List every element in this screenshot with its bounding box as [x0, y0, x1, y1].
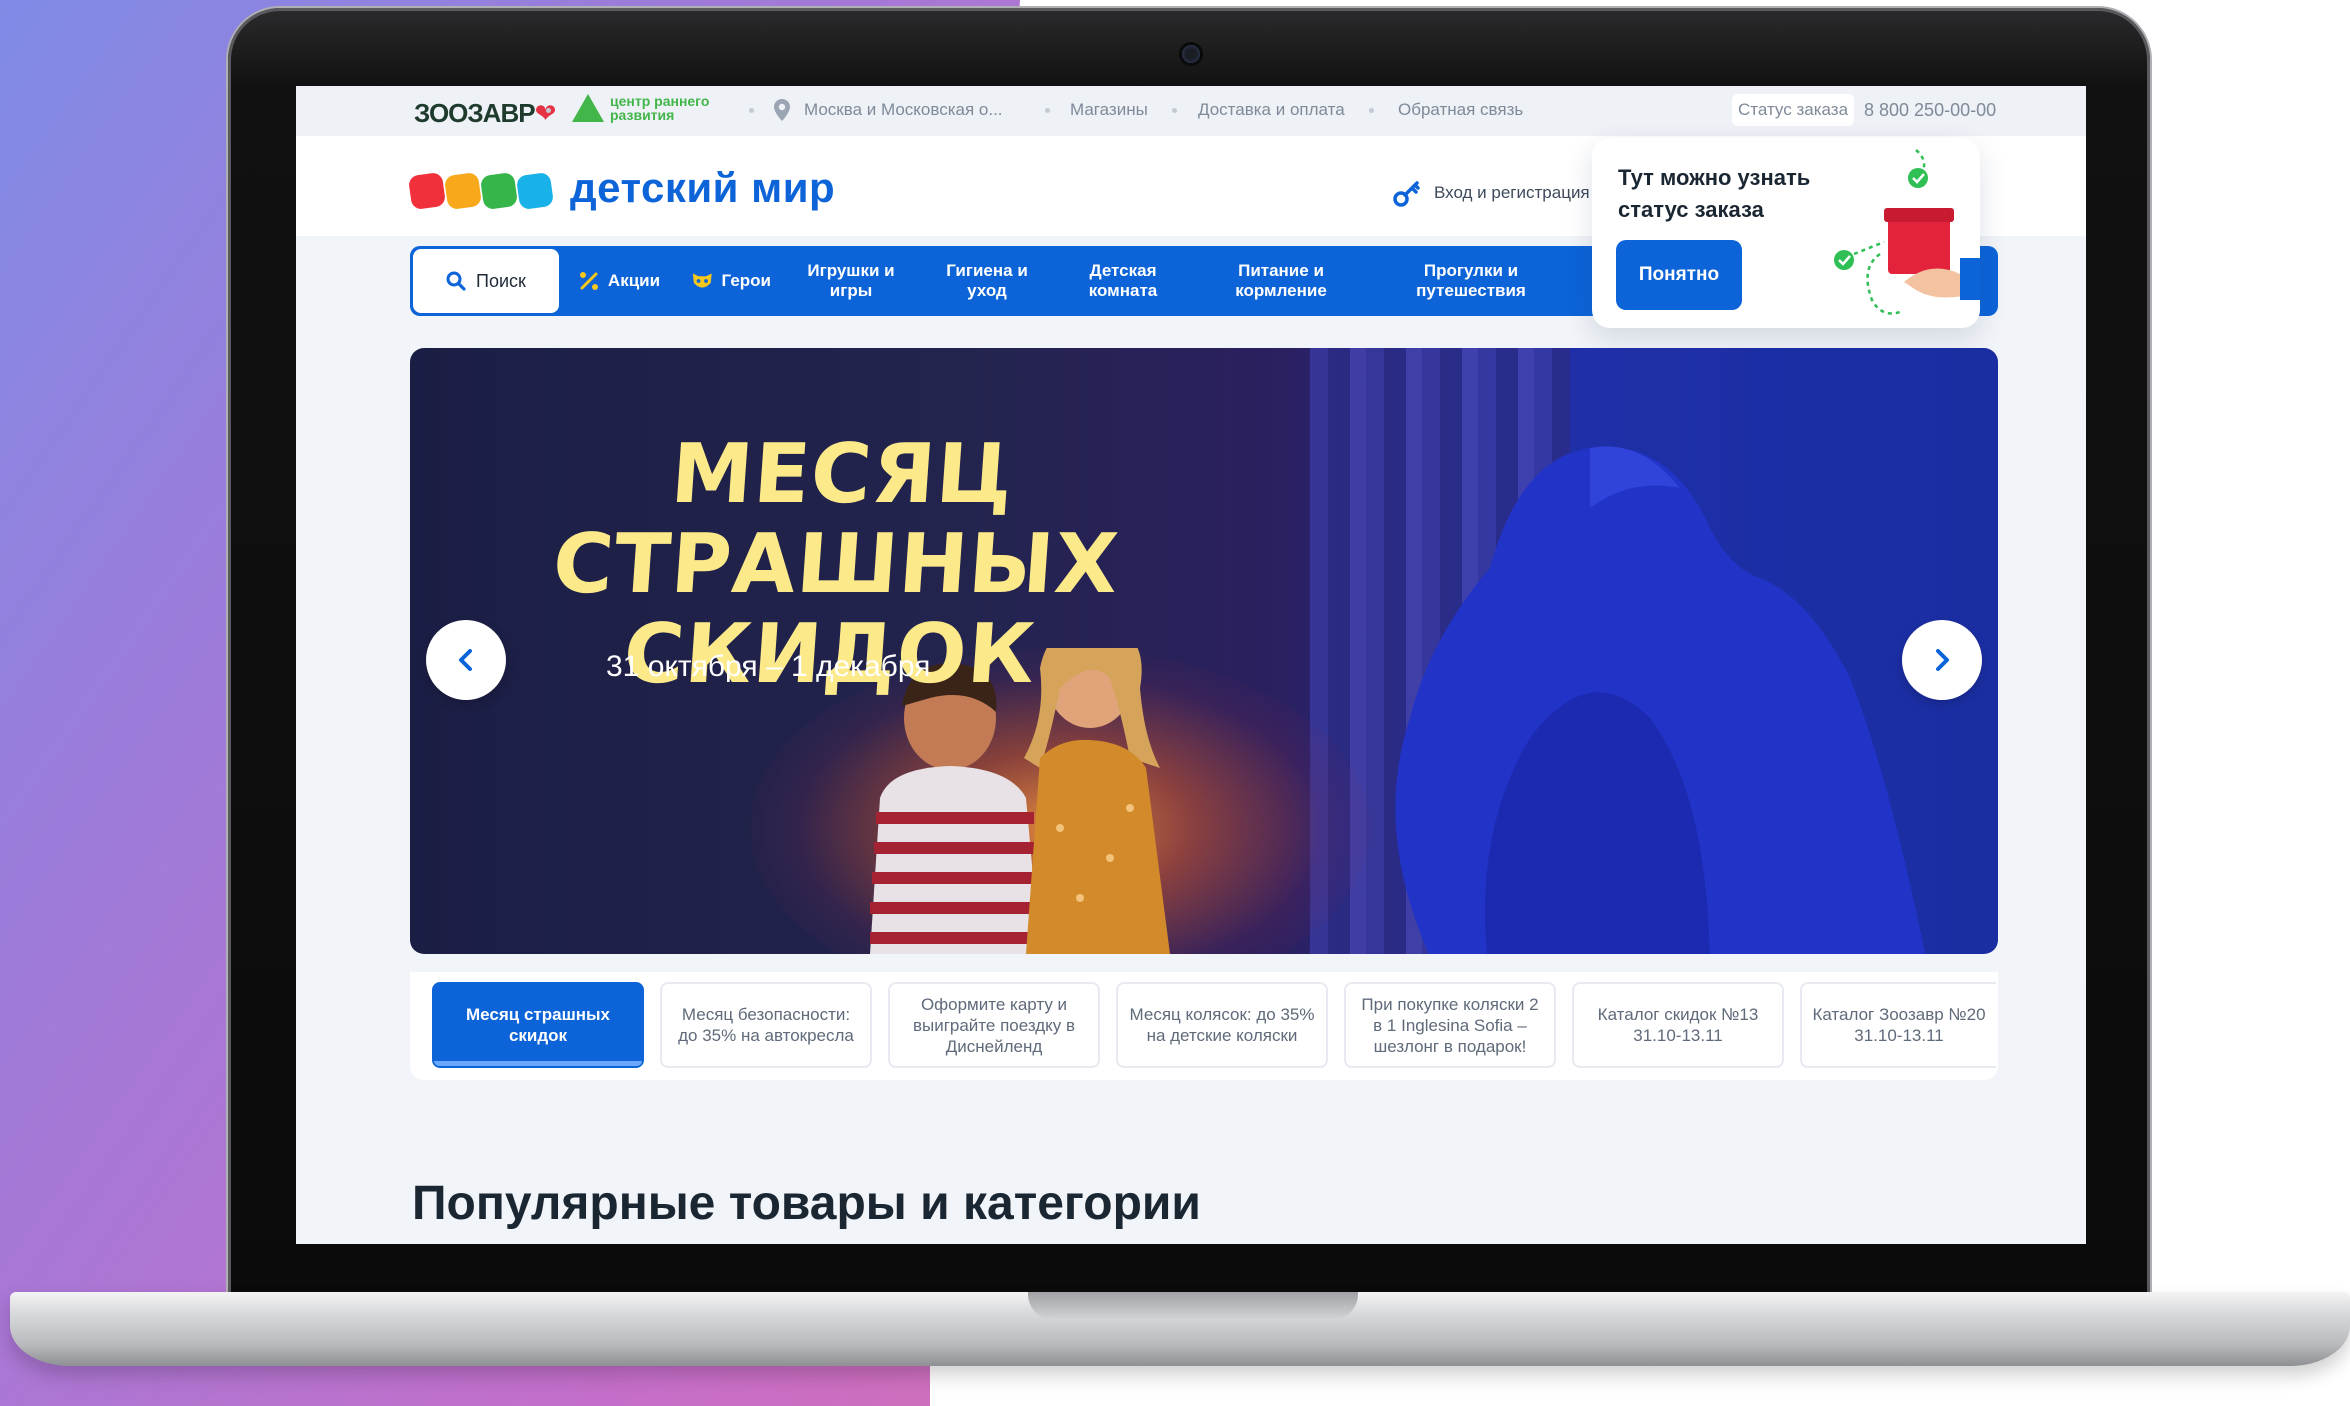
detsky-mir-logo-mark[interactable]	[407, 171, 555, 211]
logo-square-orange	[443, 171, 483, 211]
city-selector[interactable]: Москва и Московская о...	[804, 100, 1003, 120]
separator-dot	[1172, 108, 1177, 113]
percent-icon	[579, 272, 598, 290]
early-development-center-label: центр раннего развития	[610, 93, 710, 123]
login-link[interactable]: Вход и регистрация	[1392, 178, 1590, 208]
nav-item-promo-label: Акции	[607, 271, 661, 290]
nav-item-kids-room[interactable]: Детская комната	[1055, 249, 1191, 313]
phone-number[interactable]: 8 800 250-00-00	[1864, 100, 1996, 121]
top-bar: ЗООЗАВР❤ центр раннего развития Москва и…	[296, 86, 2086, 136]
nav-item-feeding[interactable]: Питание и кормление	[1191, 249, 1371, 313]
stores-link[interactable]: Магазины	[1070, 100, 1148, 120]
hero-banner[interactable]: Месяц страшных скидок 31 октября – 1 дек…	[410, 348, 1998, 954]
promo-tab-catalog-13[interactable]: Каталог скидок №13 31.10-13.11	[1572, 982, 1784, 1068]
separator-dot	[1045, 108, 1050, 113]
hero-title-line1: Месяц страшных	[549, 427, 1123, 612]
carousel-next-button[interactable]	[1902, 620, 1982, 700]
delivery-box-illustration	[1834, 149, 1980, 315]
laptop-camera	[1182, 45, 1200, 63]
key-icon	[1393, 181, 1420, 207]
browser-screen: ЗООЗАВР❤ центр раннего развития Москва и…	[296, 86, 2086, 1244]
search-label: Поиск	[476, 270, 526, 291]
promo-tab-strollers-month[interactable]: Месяц колясок: до 35% на детские коляски	[1116, 982, 1328, 1068]
chevron-left-icon	[459, 649, 472, 671]
tooltip-ok-button[interactable]: Понятно	[1616, 240, 1742, 310]
delivery-link[interactable]: Доставка и оплата	[1198, 100, 1345, 120]
nav-item-heroes[interactable]: Герои	[679, 249, 783, 313]
separator-dot	[1369, 108, 1374, 113]
logo-square-red	[407, 171, 447, 211]
logo-square-cyan	[515, 171, 555, 211]
promo-tab-safety-month[interactable]: Месяц безопасности: до 35% на автокресла	[660, 982, 872, 1068]
nav-item-heroes-label: Герои	[721, 271, 771, 290]
login-label: Вход и регистрация	[1434, 183, 1590, 202]
separator-dot	[546, 108, 551, 113]
nav-item-hygiene[interactable]: Гигиена и уход	[919, 249, 1055, 313]
tooltip-title: Тут можно узнать статус заказа	[1618, 165, 1811, 222]
search-icon	[446, 271, 466, 291]
detsky-mir-logo-text[interactable]: детский мир	[570, 164, 835, 212]
nav-item-toys[interactable]: Игрушки и игры	[783, 249, 919, 313]
laptop-opening-notch	[1028, 1292, 1358, 1320]
early-development-center-logo[interactable]: центр раннего развития	[572, 94, 730, 122]
feedback-link[interactable]: Обратная связь	[1398, 100, 1523, 120]
ghost-figure-illustration	[1395, 446, 1926, 954]
zoozavr-logo-text: ЗООЗАВР	[414, 98, 536, 128]
order-status-link[interactable]: Статус заказа	[1732, 94, 1855, 126]
location-pin-icon[interactable]	[774, 99, 790, 121]
nav-item-walks[interactable]: Прогулки и путешествия	[1371, 249, 1571, 313]
promo-tab-inglesina-gift[interactable]: При покупке коляски 2 в 1 Inglesina Sofi…	[1344, 982, 1556, 1068]
popular-section-title: Популярные товары и категории	[412, 1177, 1201, 1230]
order-status-tooltip: Тут можно узнать статус заказа Понятно	[1592, 138, 1980, 328]
mask-icon	[692, 273, 712, 288]
promo-tab-scary-discounts[interactable]: Месяц страшных скидок	[432, 982, 644, 1068]
search-button[interactable]: Поиск	[413, 249, 559, 313]
zoozavr-logo-mark: ❤	[534, 98, 557, 128]
promo-tab-zoozavr-catalog-20[interactable]: Каталог Зоозавр №20 31.10-13.11	[1800, 982, 1996, 1068]
logo-square-green	[479, 171, 519, 211]
carousel-prev-button[interactable]	[426, 620, 506, 700]
promo-tab-disneyland[interactable]: Оформите карту и выиграйте поездку в Дис…	[888, 982, 1100, 1068]
separator-dot	[749, 108, 754, 113]
triangle-icon	[572, 94, 604, 122]
chevron-right-icon	[1936, 649, 1949, 671]
promo-tabs-strip: Месяц страшных скидок Месяц безопасности…	[410, 972, 1998, 1080]
zoozavr-logo[interactable]: ЗООЗАВР❤	[414, 98, 557, 129]
hero-date: 31 октября – 1 декабря	[606, 650, 931, 683]
nav-item-promo[interactable]: Акции	[559, 249, 679, 313]
